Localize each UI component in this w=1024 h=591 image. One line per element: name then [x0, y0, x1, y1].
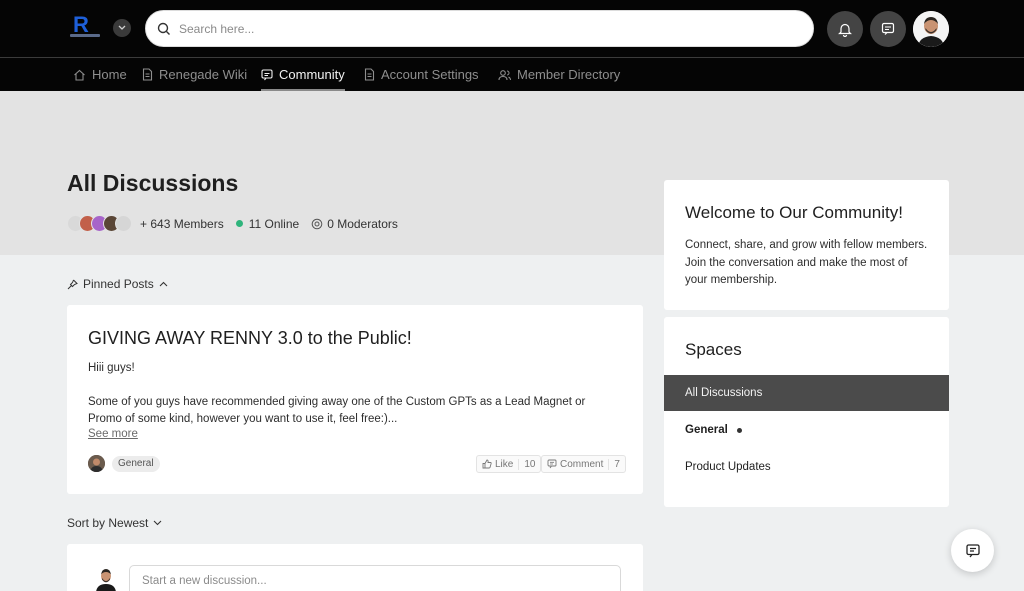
community-stats: + 643 Members 11 Online 0 Moderators: [67, 213, 398, 234]
like-count: 10: [518, 458, 540, 470]
welcome-title: Welcome to Our Community!: [685, 203, 903, 222]
home-icon: [74, 69, 85, 81]
nav-item-label: Community: [279, 67, 345, 82]
page-title: All Discussions: [67, 170, 239, 196]
space-item-label: General: [685, 424, 728, 436]
post-title[interactable]: GIVING AWAY RENNY 3.0 to the Public!: [88, 328, 412, 349]
members-count: + 643 Members: [140, 216, 224, 231]
composer-avatar: [94, 566, 118, 591]
nav-item-account-settings[interactable]: Account Settings: [364, 58, 479, 91]
logo-wordmark: [70, 34, 100, 37]
comment-label: Comment: [560, 458, 604, 470]
search-icon: [157, 22, 170, 35]
nav-item-label: Home: [92, 67, 127, 82]
avatar-image: [913, 11, 949, 47]
nav-item-label: Member Directory: [517, 67, 621, 82]
post-footer: General Like 10 Comment 7: [88, 455, 626, 473]
pin-icon: [67, 279, 78, 289]
space-item-general[interactable]: General: [664, 412, 949, 448]
post-space-tag[interactable]: General: [112, 456, 160, 472]
bell-icon: [838, 23, 852, 37]
search-input[interactable]: [179, 11, 779, 46]
space-item-all-discussions[interactable]: All Discussions: [664, 375, 949, 411]
chat-icon: [965, 543, 980, 557]
chevron-down-icon: [118, 25, 126, 30]
like-button[interactable]: Like 10: [476, 455, 542, 473]
spaces-card: Spaces All Discussions General Product U…: [664, 317, 949, 507]
document-icon: [142, 68, 153, 81]
space-item-product-updates[interactable]: Product Updates: [664, 449, 949, 485]
notifications-button[interactable]: [827, 11, 863, 47]
new-discussion-composer: [67, 544, 643, 591]
post-greeting: Hiii guys!: [88, 362, 135, 374]
messages-button[interactable]: [870, 11, 906, 47]
comment-button[interactable]: Comment 7: [541, 455, 626, 473]
like-label: Like: [495, 458, 514, 470]
nav-item-community[interactable]: Community: [261, 58, 345, 91]
chat-fab-button[interactable]: [951, 529, 994, 572]
main-nav: Home Renegade Wiki Community Account Set…: [0, 57, 1024, 91]
user-avatar[interactable]: [913, 11, 949, 47]
post-body: Hiii guys! Some of you guys have recomme…: [88, 360, 618, 428]
pinned-posts-label: Pinned Posts: [83, 277, 154, 291]
thumbs-up-icon: [482, 459, 492, 469]
top-bar: R: [0, 0, 1024, 57]
sort-label: Sort by Newest: [67, 516, 149, 530]
avatar-image: [88, 455, 105, 472]
nav-item-home[interactable]: Home: [73, 58, 127, 91]
workspace-toggle-button[interactable]: [113, 19, 131, 37]
member-avatar-stack[interactable]: [67, 215, 132, 232]
people-icon: [498, 69, 511, 80]
chevron-down-icon: [153, 520, 162, 526]
nav-item-label: Renegade Wiki: [159, 67, 248, 82]
welcome-card: Welcome to Our Community! Connect, share…: [664, 180, 949, 310]
avatar-image: [96, 569, 116, 591]
new-discussion-input[interactable]: [129, 565, 621, 591]
comment-count: 7: [608, 458, 625, 470]
moderators-count: 0 Moderators: [327, 216, 398, 231]
author-avatar[interactable]: [88, 455, 105, 472]
chevron-up-icon: [159, 281, 168, 287]
nav-item-renegade-wiki[interactable]: Renegade Wiki: [142, 58, 247, 91]
pinned-post-card[interactable]: GIVING AWAY RENNY 3.0 to the Public! Hii…: [67, 305, 643, 494]
chat-icon: [881, 22, 895, 35]
unread-dot: [736, 427, 742, 433]
see-more-link[interactable]: See more: [88, 428, 138, 440]
sort-dropdown[interactable]: Sort by Newest: [67, 516, 162, 530]
online-status-dot: [235, 220, 243, 227]
welcome-text: Connect, share, and grow with fellow mem…: [685, 239, 928, 286]
nav-item-member-directory[interactable]: Member Directory: [498, 58, 620, 91]
document-icon: [364, 68, 375, 81]
search-bar[interactable]: [145, 10, 814, 47]
post-excerpt: Some of you guys have recommended giving…: [88, 396, 586, 425]
chat-icon: [261, 68, 273, 80]
spaces-title: Spaces: [685, 340, 742, 359]
online-count: 11 Online: [248, 216, 300, 231]
space-item-label: All Discussions: [685, 387, 763, 399]
nav-item-label: Account Settings: [381, 67, 479, 82]
pinned-posts-toggle[interactable]: Pinned Posts: [67, 277, 168, 291]
brand-logo[interactable]: R: [70, 12, 100, 41]
moderator-icon: [311, 218, 323, 229]
space-item-label: Product Updates: [685, 461, 771, 473]
comment-icon: [547, 459, 557, 469]
avatar: [115, 215, 132, 232]
